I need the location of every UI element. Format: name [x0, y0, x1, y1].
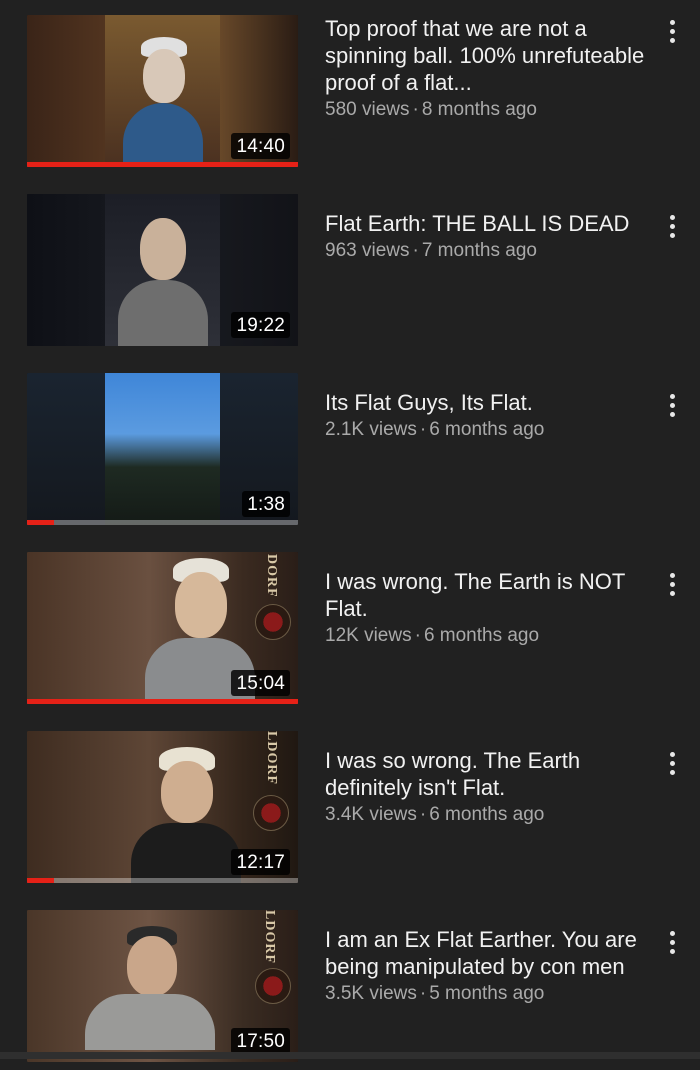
- video-item[interactable]: 19:22 Flat Earth: THE BALL IS DEAD 963 v…: [0, 194, 700, 354]
- emblem-icon: [255, 604, 291, 640]
- upload-age: 6 months ago: [423, 625, 540, 646]
- upload-age: 6 months ago: [429, 804, 545, 825]
- watch-progress-bar: [27, 878, 298, 883]
- duration-badge: 12:17: [231, 849, 290, 875]
- watch-progress-bar: [27, 520, 298, 525]
- video-title[interactable]: Flat Earth: THE BALL IS DEAD: [325, 210, 645, 237]
- more-vert-icon[interactable]: [662, 926, 682, 958]
- upload-age: 5 months ago: [429, 983, 545, 1004]
- watch-progress-bar: [27, 162, 298, 167]
- video-meta: 3.5K views · 5 months ago: [325, 982, 645, 1006]
- video-title[interactable]: I am an Ex Flat Earther. You are being m…: [325, 926, 645, 980]
- view-count: 12K views: [325, 625, 412, 646]
- video-meta: 3.4K views · 6 months ago: [325, 803, 645, 827]
- video-meta: 580 views · 8 months ago: [325, 98, 645, 122]
- emblem-icon: [253, 795, 289, 831]
- watch-progress-fill: [27, 520, 55, 525]
- more-vert-icon[interactable]: [662, 389, 682, 421]
- video-info[interactable]: I was wrong. The Earth is NOT Flat. 12K …: [325, 568, 645, 648]
- duration-badge: 17:50: [231, 1028, 290, 1054]
- more-vert-icon[interactable]: [662, 210, 682, 242]
- video-thumbnail[interactable]: 1:38: [27, 373, 298, 525]
- meta-separator: ·: [419, 804, 427, 825]
- thumbnail-frame: [105, 15, 220, 167]
- view-count: 580 views: [325, 99, 410, 120]
- watch-progress-fill: [27, 878, 55, 883]
- thumbnail-frame: [105, 194, 220, 346]
- video-info[interactable]: Top proof that we are not a spinning bal…: [325, 15, 645, 122]
- duration-badge: 19:22: [231, 312, 290, 338]
- more-vert-icon[interactable]: [662, 568, 682, 600]
- video-item[interactable]: 1:38 Its Flat Guys, Its Flat. 2.1K views…: [0, 373, 700, 533]
- video-title[interactable]: I was wrong. The Earth is NOT Flat.: [325, 568, 645, 622]
- duration-badge: 14:40: [231, 133, 290, 159]
- video-item[interactable]: DORF 15:04 I was wrong. The Earth is NOT…: [0, 552, 700, 712]
- upload-age: 8 months ago: [421, 99, 537, 120]
- banner-text: LDORF: [262, 910, 277, 964]
- watch-progress-fill: [27, 162, 298, 167]
- video-thumbnail[interactable]: 14:40: [27, 15, 298, 167]
- emblem-icon: [255, 968, 291, 1004]
- evening-sky-thumbnail: [105, 373, 220, 525]
- more-vert-icon[interactable]: [662, 747, 682, 779]
- duration-badge: 1:38: [242, 491, 290, 517]
- bald-man-thumbnail: [117, 218, 208, 346]
- meta-separator: ·: [419, 419, 427, 440]
- video-title[interactable]: Its Flat Guys, Its Flat.: [325, 389, 645, 416]
- video-info[interactable]: Flat Earth: THE BALL IS DEAD 963 views · 7…: [325, 210, 645, 263]
- video-item[interactable]: 14:40 Top proof that we are not a spinni…: [0, 15, 700, 175]
- video-item[interactable]: LDORF 12:17 I was so wrong. The Earth de…: [0, 731, 700, 891]
- video-thumbnail[interactable]: 19:22: [27, 194, 298, 346]
- video-info[interactable]: Its Flat Guys, Its Flat. 2.1K views · 6 mo…: [325, 389, 645, 442]
- video-item[interactable]: LDORF 17:50 I am an Ex Flat Earther. You…: [0, 910, 700, 1070]
- watch-progress-bar: [27, 699, 298, 704]
- view-count: 2.1K views: [325, 419, 417, 440]
- man-in-hoodie-garage-thumbnail: [85, 926, 215, 1050]
- man-in-cap-thumbnail: [122, 37, 203, 167]
- video-thumbnail[interactable]: LDORF 17:50: [27, 910, 298, 1062]
- video-info[interactable]: I am an Ex Flat Earther. You are being m…: [325, 926, 645, 1006]
- video-meta: 12K views · 6 months ago: [325, 624, 645, 648]
- video-meta: 963 views · 7 months ago: [325, 239, 645, 263]
- bottom-divider: [0, 1052, 700, 1059]
- view-count: 3.5K views: [325, 983, 417, 1004]
- banner-text: LDORF: [264, 731, 279, 785]
- upload-age: 6 months ago: [429, 419, 545, 440]
- man-in-cap-garage-thumbnail: [131, 747, 241, 883]
- watch-progress-fill: [27, 699, 298, 704]
- more-vert-icon[interactable]: [662, 15, 682, 47]
- view-count: 963 views: [325, 240, 410, 261]
- meta-separator: ·: [412, 240, 419, 261]
- upload-age: 7 months ago: [421, 240, 537, 261]
- meta-separator: ·: [419, 983, 427, 1004]
- video-meta: 2.1K views · 6 months ago: [325, 418, 645, 442]
- view-count: 3.4K views: [325, 804, 417, 825]
- video-title[interactable]: I was so wrong. The Earth definitely isn…: [325, 747, 645, 801]
- meta-separator: ·: [414, 625, 421, 646]
- video-thumbnail[interactable]: LDORF 12:17: [27, 731, 298, 883]
- video-info[interactable]: I was so wrong. The Earth definitely isn…: [325, 747, 645, 827]
- video-thumbnail[interactable]: DORF 15:04: [27, 552, 298, 704]
- video-title[interactable]: Top proof that we are not a spinning bal…: [325, 15, 645, 96]
- banner-text: DORF: [264, 554, 279, 598]
- meta-separator: ·: [412, 99, 419, 120]
- duration-badge: 15:04: [231, 670, 290, 696]
